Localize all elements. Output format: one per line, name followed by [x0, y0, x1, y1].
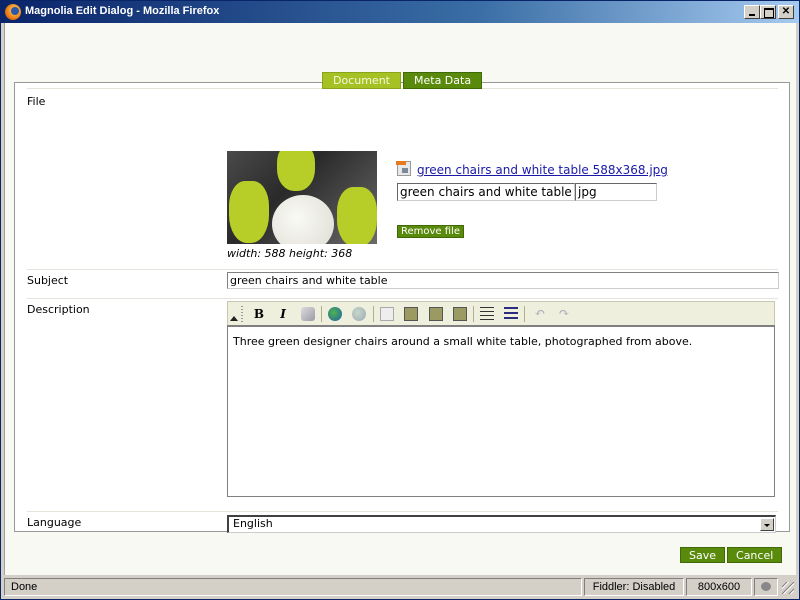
dialog-tabs: Document Meta Data: [322, 72, 483, 89]
dialog-actions: Save Cancel: [680, 547, 783, 563]
paste-as-text-icon[interactable]: [429, 307, 443, 321]
file-label: File: [27, 95, 46, 108]
bold-button[interactable]: B: [250, 306, 268, 322]
firebug-icon[interactable]: [754, 578, 778, 596]
language-label: Language: [27, 516, 82, 529]
redo-icon[interactable]: ↷: [555, 306, 573, 322]
tab-meta-data[interactable]: Meta Data: [403, 72, 483, 89]
copy-icon[interactable]: [380, 307, 394, 321]
language-select[interactable]: English: [227, 515, 776, 533]
editor-toolbar: B I ↶ ↷: [227, 301, 775, 325]
fiddler-status[interactable]: Fiddler: Disabled: [584, 578, 684, 596]
subject-input[interactable]: green chairs and white table: [227, 272, 779, 289]
file-link-text[interactable]: green chairs and white table 588x368.jpg: [417, 163, 668, 177]
dialog-body: File width: 588 height: 368 green chairs…: [4, 23, 796, 575]
browser-window: Magnolia Edit Dialog - Mozilla Firefox ✕…: [0, 0, 800, 600]
maximize-button[interactable]: [760, 5, 776, 19]
subject-label: Subject: [27, 274, 69, 287]
italic-button[interactable]: I: [274, 306, 292, 322]
window-title: Magnolia Edit Dialog - Mozilla Firefox: [25, 5, 220, 17]
firefox-icon: [5, 4, 21, 20]
remove-link-icon[interactable]: [352, 307, 366, 321]
status-bar: Done Fiddler: Disabled 800x600: [4, 576, 796, 596]
toolbar-grip[interactable]: [241, 306, 243, 322]
description-label: Description: [27, 303, 90, 316]
save-button[interactable]: Save: [680, 547, 726, 563]
remove-format-icon[interactable]: [301, 307, 315, 321]
image-file-icon: [396, 161, 411, 176]
remove-file-button[interactable]: Remove file: [397, 225, 464, 238]
ordered-list-icon[interactable]: [480, 307, 494, 321]
form-panel: File width: 588 height: 368 green chairs…: [14, 82, 790, 533]
dropdown-arrow-icon[interactable]: [760, 518, 774, 531]
title-bar: Magnolia Edit Dialog - Mozilla Firefox ✕: [1, 1, 799, 23]
insert-link-icon[interactable]: [328, 307, 342, 321]
image-dimensions: width: 588 height: 368: [227, 247, 353, 260]
collapse-toolbar-icon[interactable]: [230, 316, 238, 321]
description-textarea[interactable]: Three green designer chairs around a sma…: [227, 325, 775, 497]
cancel-button[interactable]: Cancel: [727, 547, 783, 563]
file-download-link[interactable]: green chairs and white table 588x368.jpg: [396, 161, 668, 177]
file-extension-input[interactable]: jpg: [575, 183, 657, 201]
image-thumbnail: [227, 151, 377, 244]
resize-grip[interactable]: [782, 582, 794, 594]
tab-document[interactable]: Document: [322, 72, 401, 89]
paste-from-word-icon[interactable]: [453, 307, 467, 321]
window-size-readout[interactable]: 800x600: [686, 578, 752, 596]
undo-icon[interactable]: ↶: [531, 306, 549, 322]
file-name-input[interactable]: green chairs and white table 588x368: [397, 183, 575, 201]
close-button[interactable]: ✕: [778, 5, 794, 19]
minimize-button[interactable]: [744, 5, 760, 19]
rich-text-editor: B I ↶ ↷ Three green designer chairs arou…: [227, 301, 775, 501]
status-text: Done: [4, 578, 582, 596]
language-selected-value: English: [233, 517, 273, 530]
paste-icon[interactable]: [404, 307, 418, 321]
unordered-list-icon[interactable]: [504, 307, 518, 321]
